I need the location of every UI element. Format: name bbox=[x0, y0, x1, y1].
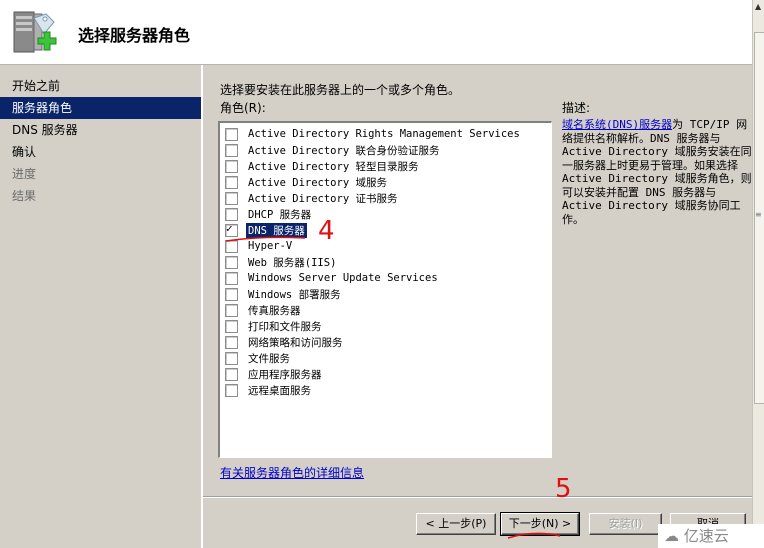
annotation-underline-next bbox=[507, 532, 561, 539]
cloud-logo-icon: ☁ bbox=[664, 527, 679, 545]
watermark-text: 亿速云 bbox=[683, 527, 729, 545]
annotation-step-5: 5 bbox=[555, 474, 572, 504]
annotation-step-4: 4 bbox=[318, 216, 335, 246]
watermark: ☁ 亿速云 bbox=[658, 524, 764, 548]
annotation-layer bbox=[225, 236, 561, 539]
annotation-underline-dns bbox=[225, 236, 306, 242]
